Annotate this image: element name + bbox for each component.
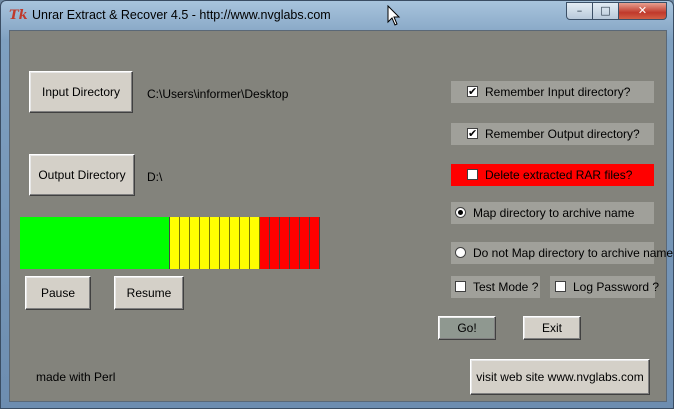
go-label: Go! [457,321,477,335]
map-dir-label: Map directory to archive name [473,206,635,220]
progress-segment-green [140,217,150,269]
remember-output-label: Remember Output directory? [485,127,640,141]
app-window: Tk Unrar Extract & Recover 4.5 - http://… [0,0,674,409]
pause-button[interactable]: Pause [25,276,91,310]
progress-segment-green [70,217,80,269]
no-map-dir-label: Do not Map directory to archive name [473,246,674,260]
remember-output-option[interactable]: ✔ Remember Output directory? [451,123,654,145]
progress-segment-green [150,217,160,269]
progress-segment-yellow [180,217,190,269]
progress-segment-green [30,217,40,269]
progress-segment-green [60,217,70,269]
test-mode-checkbox[interactable] [455,281,466,292]
close-button[interactable]: ✕ [618,2,667,20]
progress-segment-green [80,217,90,269]
progress-bar [20,217,320,269]
close-icon: ✕ [637,4,648,17]
no-map-dir-radio[interactable] [455,247,466,258]
pause-label: Pause [40,286,76,300]
maximize-button[interactable]: □ [592,2,619,20]
input-path: C:\Users\informer\Desktop [147,87,289,101]
exit-label: Exit [541,321,562,335]
progress-segment-yellow [240,217,250,269]
radio-selected-dot [458,210,463,215]
progress-segment-green [100,217,110,269]
credit-text: made with Perl [36,370,116,384]
output-path: D:\ [147,170,163,184]
progress-segment-yellow [250,217,260,269]
mouse-cursor-icon [387,5,401,26]
visit-website-button[interactable]: visit web site www.nvglabs.com [470,359,650,395]
remember-input-option[interactable]: ✔ Remember Input directory? [451,81,654,103]
input-directory-label: Input Directory [41,85,121,99]
input-directory-button[interactable]: Input Directory [29,71,133,113]
progress-segment-yellow [200,217,210,269]
delete-rar-option[interactable]: Delete extracted RAR files? [451,164,654,186]
test-mode-option[interactable]: Test Mode ? [451,276,540,298]
output-directory-button[interactable]: Output Directory [29,154,135,196]
minimize-icon: – [576,4,583,17]
window-title: Unrar Extract & Recover 4.5 - http://www… [32,8,331,22]
title-bar[interactable]: Tk Unrar Extract & Recover 4.5 - http://… [1,1,673,30]
delete-rar-label: Delete extracted RAR files? [485,168,633,182]
exit-button[interactable]: Exit [523,316,581,340]
remember-input-label: Remember Input directory? [485,85,631,99]
map-dir-radio[interactable] [455,207,466,218]
progress-segment-green [20,217,30,269]
remember-input-checkbox[interactable]: ✔ [467,86,478,97]
resume-label: Resume [126,286,172,300]
go-button[interactable]: Go! [438,316,496,340]
progress-segment-yellow [190,217,200,269]
remember-output-checkbox[interactable]: ✔ [467,128,478,139]
minimize-button[interactable]: – [566,2,593,20]
progress-segment-yellow [210,217,220,269]
progress-segment-red [260,217,270,269]
log-password-label: Log Password ? [573,280,660,294]
progress-segment-green [120,217,130,269]
progress-segment-yellow [230,217,240,269]
progress-segment-yellow [220,217,230,269]
visit-website-label: visit web site www.nvglabs.com [476,370,644,384]
main-panel: Input Directory C:\Users\informer\Deskto… [9,30,673,402]
maximize-icon: □ [600,4,611,17]
checkmark-icon: ✔ [468,85,478,98]
progress-segment-red [310,217,320,269]
log-password-option[interactable]: Log Password ? [550,276,659,298]
progress-segment-green [40,217,50,269]
tk-app-icon: Tk [9,8,28,23]
test-mode-label: Test Mode ? [473,280,539,294]
resume-button[interactable]: Resume [114,276,184,310]
progress-segment-red [300,217,310,269]
progress-segment-yellow [170,217,180,269]
delete-rar-checkbox[interactable] [467,169,478,180]
progress-segment-green [50,217,60,269]
no-map-dir-option[interactable]: Do not Map directory to archive name [451,242,673,264]
log-password-checkbox[interactable] [555,281,566,292]
progress-segment-green [90,217,100,269]
progress-segment-red [290,217,300,269]
progress-segment-red [270,217,280,269]
map-dir-option[interactable]: Map directory to archive name [451,202,654,224]
progress-segment-green [130,217,140,269]
checkmark-icon: ✔ [468,127,478,140]
progress-segment-green [160,217,170,269]
progress-segment-green [110,217,120,269]
progress-segment-red [280,217,290,269]
output-directory-label: Output Directory [38,168,126,182]
